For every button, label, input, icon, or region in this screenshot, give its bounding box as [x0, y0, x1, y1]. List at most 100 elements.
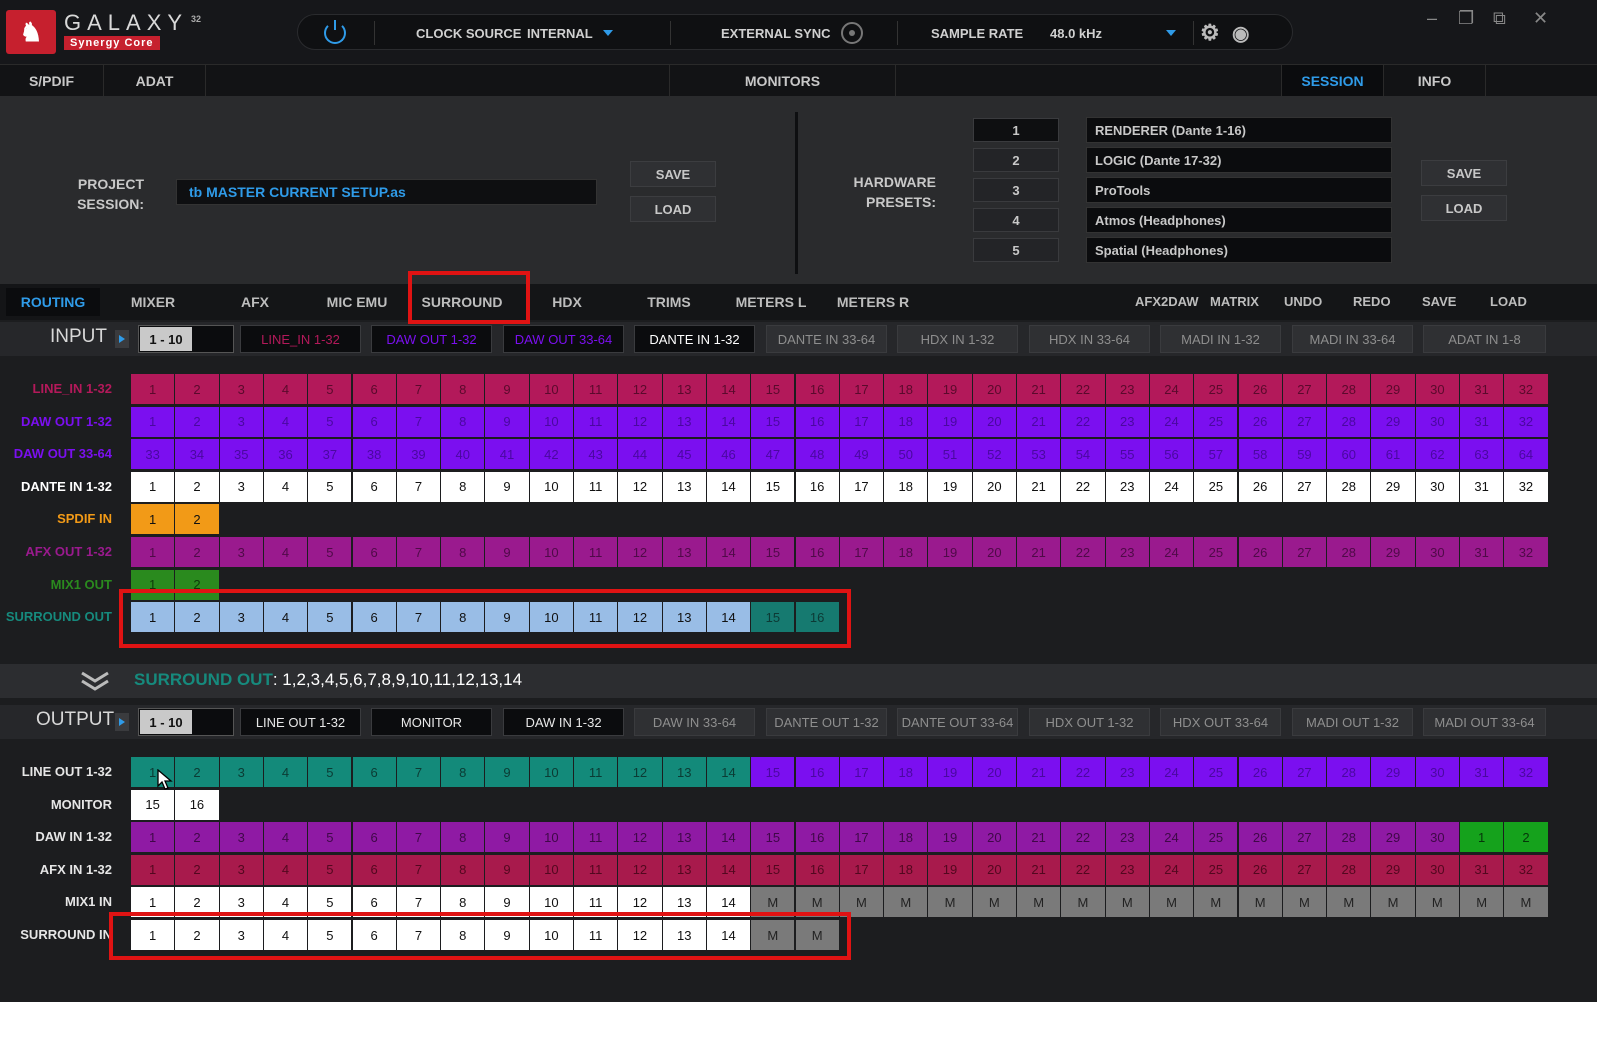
tab-routing[interactable]: ROUTING: [6, 288, 100, 316]
channel-cell[interactable]: 29: [1371, 537, 1415, 567]
channel-cell[interactable]: 7: [396, 757, 441, 787]
channel-cell[interactable]: 25: [1194, 537, 1238, 567]
channel-cell[interactable]: 3: [219, 854, 263, 885]
channel-cell[interactable]: 58: [1238, 439, 1282, 470]
channel-cell[interactable]: 9: [485, 471, 529, 502]
preset-slot-1[interactable]: 1: [973, 118, 1059, 142]
channel-cell[interactable]: 4: [263, 602, 308, 633]
channel-cell[interactable]: 59: [1282, 439, 1327, 470]
channel-cell[interactable]: 11: [574, 602, 618, 633]
port-tab[interactable]: DAW IN 1-32: [503, 708, 624, 736]
channel-cell[interactable]: 12: [618, 471, 662, 502]
channel-cell[interactable]: 14: [706, 374, 751, 404]
chevron-right-icon[interactable]: [115, 713, 129, 731]
tab-info[interactable]: INFO: [1384, 65, 1486, 97]
preset-name-5[interactable]: Spatial (Headphones): [1086, 237, 1392, 263]
channel-cell[interactable]: 21: [1017, 374, 1061, 404]
channel-cell[interactable]: 29: [1371, 854, 1415, 885]
channel-cell[interactable]: 21: [1017, 471, 1061, 502]
channel-cell[interactable]: 45: [662, 439, 706, 470]
channel-cell[interactable]: 9: [485, 602, 529, 633]
channel-cell[interactable]: 14: [706, 757, 751, 787]
channel-cell[interactable]: 30: [1415, 406, 1459, 437]
preset-save-button[interactable]: SAVE: [1421, 160, 1507, 186]
channel-cell[interactable]: 1: [131, 602, 175, 633]
channel-cell[interactable]: 27: [1282, 537, 1327, 567]
channel-cell[interactable]: M: [1061, 887, 1105, 918]
channel-cell[interactable]: 1: [131, 406, 175, 437]
channel-cell[interactable]: 8: [441, 920, 485, 950]
channel-cell[interactable]: 14: [706, 471, 751, 502]
channel-cell[interactable]: 26: [1238, 471, 1282, 502]
channel-cell[interactable]: M: [972, 887, 1016, 918]
channel-cell[interactable]: 20: [972, 406, 1016, 437]
channel-cell[interactable]: 21: [1017, 757, 1061, 787]
channel-cell[interactable]: 41: [485, 439, 529, 470]
channel-cell[interactable]: 6: [352, 822, 396, 853]
channel-cell[interactable]: 42: [529, 439, 573, 470]
channel-cell[interactable]: 16: [795, 757, 839, 787]
channel-cell[interactable]: 5: [308, 602, 352, 633]
channel-cell[interactable]: M: [1504, 887, 1548, 918]
eye-icon[interactable]: ◉: [1232, 15, 1249, 51]
channel-cell[interactable]: M: [1105, 887, 1149, 918]
channel-cell[interactable]: 9: [485, 537, 529, 567]
channel-cell[interactable]: M: [795, 920, 839, 950]
channel-cell[interactable]: 18: [884, 406, 928, 437]
channel-cell[interactable]: 5: [308, 920, 352, 950]
channel-cell[interactable]: 24: [1149, 822, 1194, 853]
tab-session[interactable]: SESSION: [1282, 65, 1384, 97]
channel-cell[interactable]: M: [1460, 887, 1504, 918]
channel-cell[interactable]: 30: [1415, 537, 1459, 567]
channel-cell[interactable]: 18: [884, 822, 928, 853]
channel-cell[interactable]: 15: [751, 757, 795, 787]
channel-cell[interactable]: 22: [1061, 374, 1105, 404]
channel-cell[interactable]: 8: [441, 406, 485, 437]
channel-cell[interactable]: 16: [795, 406, 839, 437]
channel-cell[interactable]: 31: [1460, 537, 1504, 567]
channel-cell[interactable]: 3: [219, 757, 263, 787]
channel-cell[interactable]: 16: [795, 822, 839, 853]
channel-cell[interactable]: M: [884, 887, 928, 918]
channel-cell[interactable]: 1: [131, 854, 175, 885]
external-sync-toggle[interactable]: EXTERNAL SYNC: [721, 15, 863, 51]
channel-cell[interactable]: 19: [928, 374, 972, 404]
channel-cell[interactable]: 16: [795, 854, 839, 885]
channel-cell[interactable]: 25: [1194, 374, 1238, 404]
channel-cell[interactable]: 1: [131, 569, 175, 600]
channel-cell[interactable]: 27: [1282, 374, 1327, 404]
project-load-button[interactable]: LOAD: [630, 196, 716, 222]
channel-cell[interactable]: 15: [751, 537, 795, 567]
channel-cell[interactable]: 1: [131, 887, 175, 918]
channel-cell[interactable]: M: [839, 887, 884, 918]
channel-cell[interactable]: 4: [263, 854, 308, 885]
channel-cell[interactable]: 30: [1415, 757, 1459, 787]
tab-surround[interactable]: SURROUND: [412, 288, 512, 316]
channel-cell[interactable]: 30: [1415, 822, 1459, 853]
channel-cell[interactable]: 13: [662, 920, 706, 950]
channel-cell[interactable]: 7: [396, 374, 441, 404]
port-tab[interactable]: DAW IN 33-64: [634, 708, 755, 736]
channel-cell[interactable]: 17: [839, 757, 884, 787]
channel-cell[interactable]: 26: [1238, 374, 1282, 404]
channel-cell[interactable]: 25: [1194, 854, 1238, 885]
channel-cell[interactable]: 57: [1194, 439, 1238, 470]
channel-cell[interactable]: 3: [219, 374, 263, 404]
channel-cell[interactable]: 30: [1415, 854, 1459, 885]
redo-button[interactable]: REDO: [1353, 294, 1391, 309]
channel-cell[interactable]: 12: [618, 822, 662, 853]
channel-cell[interactable]: 4: [263, 822, 308, 853]
channel-cell[interactable]: 13: [662, 757, 706, 787]
tab-meters-l[interactable]: METERS L: [722, 288, 820, 316]
channel-cell[interactable]: 28: [1327, 537, 1371, 567]
channel-cell[interactable]: 7: [396, 471, 441, 502]
channel-cell[interactable]: 6: [352, 602, 396, 633]
maximize-icon[interactable]: ⧉: [1493, 8, 1506, 29]
channel-cell[interactable]: 46: [706, 439, 751, 470]
channel-cell[interactable]: M: [751, 887, 795, 918]
channel-cell[interactable]: 14: [706, 887, 751, 918]
close-icon[interactable]: ✕: [1533, 8, 1548, 29]
channel-cell[interactable]: 13: [662, 822, 706, 853]
channel-cell[interactable]: 5: [308, 757, 352, 787]
channel-cell[interactable]: 2: [1504, 822, 1548, 853]
